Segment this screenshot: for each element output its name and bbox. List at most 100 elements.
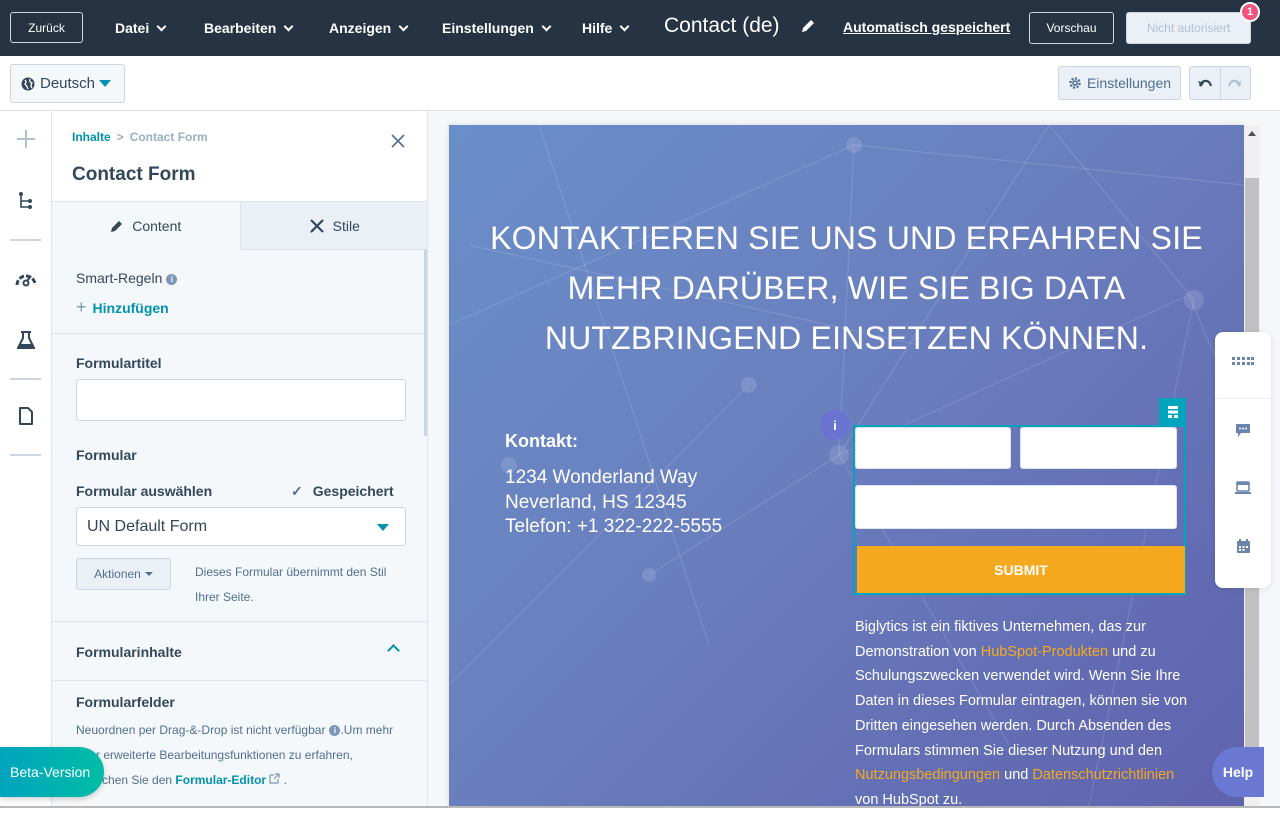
calendar-button[interactable] bbox=[1215, 531, 1271, 561]
submit-button[interactable]: SUBMIT bbox=[857, 546, 1185, 593]
chevron-up-icon[interactable] bbox=[387, 644, 400, 657]
add-smart-rule-link[interactable]: + Hinzufügen bbox=[76, 297, 169, 318]
layers-button[interactable] bbox=[14, 189, 38, 213]
form-module-tag[interactable] bbox=[1159, 398, 1186, 425]
form-title-input[interactable] bbox=[76, 379, 406, 421]
settings-label: Einstellungen bbox=[1086, 75, 1172, 91]
actions-dropdown-button[interactable]: Aktionen bbox=[76, 558, 171, 590]
divider bbox=[1215, 398, 1271, 399]
form-contents-header[interactable]: Formularinhalte bbox=[76, 644, 182, 660]
test-button[interactable] bbox=[14, 328, 38, 352]
tab-styles-label: Stile bbox=[332, 217, 360, 234]
language-label: Deutsch bbox=[40, 75, 96, 92]
panel-title: Contact Form bbox=[72, 164, 196, 185]
scroll-up-arrow[interactable] bbox=[1248, 131, 1256, 136]
help-button[interactable]: Help bbox=[1212, 747, 1264, 797]
caret-down-icon bbox=[144, 572, 153, 576]
saved-label: Gespeichert bbox=[312, 483, 394, 499]
hero-heading: KONTAKTIEREN SIE UNS UND ERFAHREN SIE ME… bbox=[449, 213, 1244, 363]
menu-view[interactable]: Anzeigen bbox=[329, 0, 409, 56]
menu-settings-label: Einstellungen bbox=[442, 20, 534, 36]
last-name-field[interactable] bbox=[1020, 427, 1177, 469]
module-editor-panel: Inhalte > Contact Form Contact Form Conten… bbox=[52, 111, 428, 813]
smart-rules-label: Smart-Regeln i bbox=[76, 270, 178, 286]
autosave-status-link[interactable]: Automatisch gespeichert bbox=[843, 19, 1010, 35]
rail-divider bbox=[10, 239, 41, 241]
menu-view-label: Anzeigen bbox=[329, 20, 392, 36]
chevron-down-icon bbox=[619, 21, 630, 31]
chevron-down-icon bbox=[398, 21, 409, 31]
top-navigation-bar: Zurück Datei Bearbeiten Anzeigen Einstel… bbox=[0, 0, 1280, 56]
address-line: Telefon: +1 322-222-5555 bbox=[505, 516, 723, 537]
form-title-label: Formulartitel bbox=[76, 355, 162, 371]
menu-help[interactable]: Hilfe bbox=[582, 0, 630, 56]
address-line: Neverland, HS 12345 bbox=[505, 491, 687, 513]
close-icon[interactable] bbox=[390, 133, 406, 149]
info-icon[interactable]: i bbox=[166, 274, 178, 285]
optimize-button[interactable] bbox=[14, 267, 38, 291]
info-icon[interactable]: i bbox=[329, 725, 341, 736]
terms-link[interactable]: Nutzungsbedingungen bbox=[855, 767, 1000, 783]
chevron-down-icon bbox=[541, 21, 552, 31]
breadcrumb-separator: > bbox=[116, 130, 124, 144]
redo-icon bbox=[1228, 79, 1243, 87]
menu-help-label: Hilfe bbox=[582, 20, 613, 36]
preview-device-button[interactable] bbox=[1215, 473, 1271, 503]
breadcrumb-contents-link[interactable]: Inhalte bbox=[72, 130, 111, 144]
preview-button[interactable]: Vorschau bbox=[1029, 12, 1114, 44]
hero-line: MEHR DARÜBER, WIE SIE BIG DATA bbox=[567, 270, 1126, 306]
form-select-dropdown[interactable]: UN Default Form bbox=[76, 507, 406, 546]
document-title: Contact (de) bbox=[664, 14, 780, 37]
undo-icon bbox=[1197, 79, 1212, 87]
pencil-icon[interactable] bbox=[800, 18, 816, 34]
publish-button-disabled[interactable]: Nicht autorisiert bbox=[1126, 12, 1251, 44]
panel-header: Inhalte > Contact Form Contact Form bbox=[52, 111, 427, 201]
hubspot-products-link[interactable]: HubSpot-Produkten bbox=[981, 644, 1108, 660]
form-section-label: Formular bbox=[76, 447, 137, 463]
menu-edit-label: Bearbeiten bbox=[204, 20, 277, 36]
apps-button[interactable] bbox=[1215, 346, 1271, 376]
actions-label: Aktionen bbox=[94, 567, 141, 581]
divider bbox=[52, 333, 427, 334]
beta-version-button[interactable]: Beta-Version bbox=[0, 747, 104, 797]
speedometer-icon bbox=[15, 274, 37, 287]
email-field[interactable] bbox=[855, 485, 1177, 529]
panel-tabs: Content Stile bbox=[52, 201, 427, 250]
module-info-button[interactable]: i bbox=[820, 410, 850, 440]
form-editor-link[interactable]: Formular-Editor bbox=[175, 773, 266, 787]
address-line: 1234 Wonderland Way bbox=[505, 467, 698, 488]
rail-divider bbox=[10, 378, 41, 380]
notification-badge: 1 bbox=[1240, 2, 1260, 22]
add-module-button[interactable] bbox=[14, 127, 38, 151]
horizontal-scrollbar[interactable] bbox=[0, 806, 1280, 813]
plus-icon: + bbox=[76, 297, 87, 317]
language-selector[interactable]: Deutsch bbox=[10, 64, 125, 103]
chevron-down-icon bbox=[283, 21, 294, 31]
globe-icon bbox=[21, 77, 35, 90]
document-icon bbox=[19, 407, 33, 425]
privacy-policy-link[interactable]: Datenschutzrichtlinien bbox=[1032, 767, 1174, 783]
back-button[interactable]: Zurück bbox=[10, 12, 83, 43]
undo-redo-group bbox=[1189, 66, 1251, 100]
gear-icon bbox=[1069, 77, 1081, 89]
first-name-field[interactable] bbox=[855, 427, 1011, 469]
checkmark-icon: ✓ bbox=[291, 483, 303, 499]
breadcrumb: Inhalte > Contact Form bbox=[72, 130, 208, 144]
menu-settings[interactable]: Einstellungen bbox=[442, 0, 552, 56]
brush-icon bbox=[309, 218, 324, 233]
menu-file[interactable]: Datei bbox=[115, 0, 167, 56]
fields-note-text-1: Neuordnen per Drag-&-Drop ist nicht verf… bbox=[76, 723, 326, 737]
page-button[interactable] bbox=[14, 404, 38, 428]
calendar-icon bbox=[1236, 539, 1250, 553]
menu-edit[interactable]: Bearbeiten bbox=[204, 0, 294, 56]
page-preview[interactable]: KONTAKTIEREN SIE UNS UND ERFAHREN SIE ME… bbox=[449, 125, 1244, 806]
undo-button[interactable] bbox=[1190, 67, 1221, 99]
panel-scrollbar[interactable] bbox=[424, 250, 427, 436]
chat-button[interactable] bbox=[1215, 415, 1271, 445]
tab-content[interactable]: Content bbox=[52, 202, 240, 250]
form-fields-label: Formularfelder bbox=[76, 694, 175, 710]
page-settings-button[interactable]: Einstellungen bbox=[1058, 66, 1181, 100]
divider bbox=[52, 621, 427, 622]
tab-styles[interactable]: Stile bbox=[239, 202, 427, 250]
redo-button[interactable] bbox=[1221, 67, 1251, 99]
